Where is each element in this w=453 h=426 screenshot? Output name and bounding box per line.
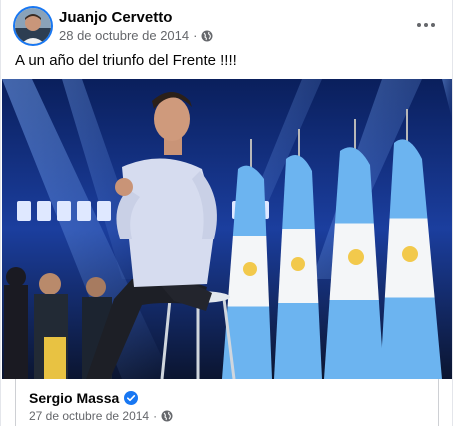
verified-badge-icon [124,391,139,405]
post-date[interactable]: 28 de octubre de 2014 [59,28,189,43]
post-header: Juanjo Cervetto 28 de octubre de 2014 · [15,7,440,47]
shared-post-card[interactable]: Sergio Massa 27 de octubre de 2014 · [15,379,439,426]
post-meta: 28 de octubre de 2014 · [59,28,213,43]
author-avatar[interactable] [15,8,51,44]
author-name[interactable]: Juanjo Cervetto [59,9,172,26]
shared-meta: 27 de octubre de 2014 · [29,409,173,423]
facebook-post: Juanjo Cervetto 28 de octubre de 2014 · … [0,0,453,426]
post-message: A un año del triunfo del Frente !!!! [15,52,237,69]
meta-separator: · [193,28,198,43]
shared-author-name[interactable]: Sergio Massa [29,390,119,406]
globe-icon [201,30,213,41]
shared-author-row: Sergio Massa [29,390,139,406]
shared-date[interactable]: 27 de octubre de 2014 [29,409,149,423]
more-options-icon[interactable] [414,13,438,37]
shared-meta-separator: · [153,409,158,423]
post-photo[interactable] [2,79,452,379]
shared-globe-icon [161,410,173,422]
